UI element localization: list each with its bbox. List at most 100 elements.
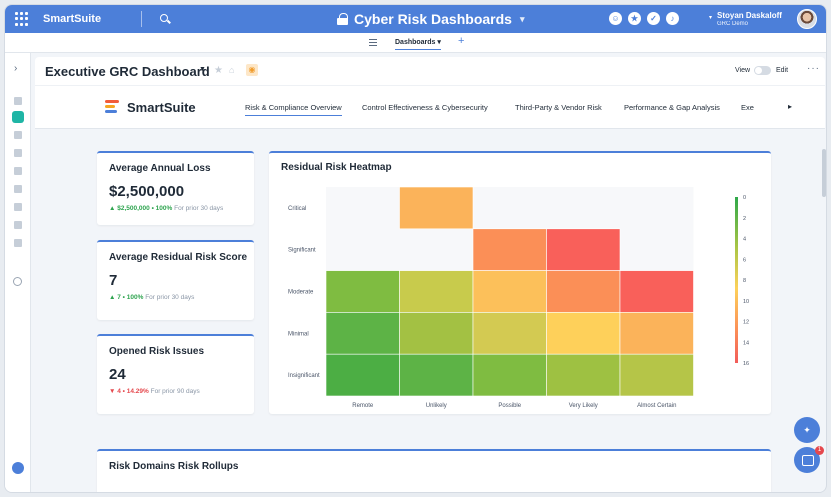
team-icon[interactable]: ☺ [609,12,622,25]
chevron-down-icon[interactable]: ▼ [199,66,206,73]
avatar[interactable] [797,9,817,29]
dashboard-header: Executive GRC Dashboard ▼ ★ ⌂ ◉ View Edi… [35,57,825,85]
trend-period: For prior 30 days [145,294,195,301]
table-icon[interactable] [14,203,22,211]
trend-period: For prior 90 days [150,388,200,395]
x-tick-label: Possible [498,403,521,409]
table-icon[interactable] [14,131,22,139]
heatmap-card[interactable]: Residual Risk Heatmap Critical Significan… [269,151,771,414]
star-icon[interactable]: ★ [214,65,223,76]
heatmap-cell[interactable] [325,312,400,355]
table-icon[interactable] [14,185,22,193]
apps-grid-icon[interactable] [15,12,29,26]
table-icon[interactable] [14,167,22,175]
legend-tick-label: 12 [743,320,749,326]
heatmap-cell[interactable] [472,270,547,313]
heatmap-cell[interactable] [472,353,547,397]
brand-name[interactable]: SmartSuite [43,13,101,25]
heatmap-cell[interactable] [399,353,474,397]
smartsuite-logo-icon [105,100,119,114]
heatmap-cell[interactable] [472,228,547,271]
y-tick-label: Insignificant [288,373,320,379]
settings-icon[interactable] [13,277,22,286]
card-title: Average Annual Loss [109,163,211,174]
legend-tick-label: 14 [743,340,749,346]
tab-exe[interactable]: Exe [741,103,754,112]
favorites-icon[interactable]: ★ [628,12,641,25]
heatmap-cell[interactable] [546,228,621,271]
tab-dashboards[interactable]: Dashboards ▾ [395,38,441,50]
tab-risk-compliance-overview[interactable]: Risk & Compliance Overview [245,103,342,116]
menu-icon[interactable] [369,39,377,46]
doc-icon[interactable] [14,239,22,247]
heatmap-cell[interactable] [399,270,474,313]
heatmap-cell[interactable] [399,186,474,230]
scrollbar[interactable] [822,149,826,197]
heatmap-cell[interactable] [619,353,694,397]
trend-value: 4 • 14.29% [117,388,149,395]
edit-label: Edit [776,67,789,74]
x-tick-label: Remote [352,403,374,409]
search-icon[interactable] [160,14,170,24]
tab-control-effectiveness[interactable]: Control Effectiveness & Cybersecurity [362,103,488,112]
add-view-button[interactable]: + [458,35,464,47]
heatmap-cell[interactable] [546,312,621,355]
legend-tick-label: 2 [743,216,746,222]
tab-third-party-vendor-risk[interactable]: Third-Party & Vendor Risk [515,103,602,112]
heatmap-cell[interactable] [619,270,694,313]
dashboard-icon[interactable] [12,111,24,123]
x-tick-label: Almost Certain [637,403,676,409]
view-edit-toggle[interactable] [754,66,771,75]
heatmap-cell[interactable] [325,270,400,313]
add-app-icon[interactable] [12,462,24,474]
template-icon[interactable]: ⌂ [229,65,234,75]
table-icon[interactable] [14,149,22,157]
lock-icon [337,13,348,25]
top-bar: SmartSuite Cyber Risk Dashboards ▾ ☺ ★ ✓… [5,5,826,33]
divider [141,11,143,27]
heatmap-cell[interactable] [546,353,621,397]
chevron-down-icon[interactable]: ▾ [709,14,712,21]
heatmap-cell[interactable] [472,312,547,355]
page-title[interactable]: Executive GRC Dashboard [45,64,210,79]
metric-card-opened-issues[interactable]: Opened Risk Issues 24 ▼ 4 • 14.29% For p… [97,334,254,414]
app-window: SmartSuite Cyber Risk Dashboards ▾ ☺ ★ ✓… [4,4,827,493]
trend-down-icon: ▼ [109,388,116,395]
card-value: 7 [109,272,118,289]
solution-title[interactable]: Cyber Risk Dashboards ▾ [337,11,524,27]
x-tick-label: Very Likely [569,403,598,409]
tab-strip: Dashboards ▾ + [5,33,826,53]
tab-performance-gap-analysis[interactable]: Performance & Gap Analysis [624,103,720,112]
metric-card-residual-risk[interactable]: Average Residual Risk Score 7 ▲ 7 • 100%… [97,240,254,320]
y-tick-label: Minimal [288,331,309,337]
chevron-down-icon: ▾ [519,13,525,24]
card-value: $2,500,000 [109,183,185,200]
rss-icon[interactable]: ◉ [246,64,258,76]
table-icon[interactable] [14,221,22,229]
trend-period: For prior 30 days [174,205,224,212]
heatmap-cell[interactable] [619,312,694,355]
card-title: Risk Domains Risk Rollups [109,461,239,472]
expand-sidebar-icon[interactable]: › [14,63,17,74]
trend-value: 7 • 100% [117,294,144,301]
card-title: Opened Risk Issues [109,346,205,357]
user-menu[interactable]: Stoyan Daskaloff GRC Demo [717,11,782,29]
more-options-icon[interactable]: ··· [807,63,820,74]
trend-value: $2,500,000 • 100% [117,205,173,212]
legend-tick-label: 10 [743,299,749,305]
heatmap-cell[interactable] [325,353,400,397]
metric-card-annual-loss[interactable]: Average Annual Loss $2,500,000 ▲ $2,500,… [97,151,254,225]
y-tick-label: Moderate [288,290,314,296]
dashboard-content: Average Annual Loss $2,500,000 ▲ $2,500,… [35,129,825,492]
heatmap-cell[interactable] [399,312,474,355]
view-label: View [735,67,751,74]
solution-title-text: Cyber Risk Dashboards [354,11,512,27]
notifications-icon[interactable]: ♪ [666,12,679,25]
tasks-icon[interactable]: ✓ [647,12,660,25]
heatmap-cell[interactable] [546,270,621,313]
dashboard-nav: SmartSuite Risk & Compliance Overview Co… [35,85,825,129]
doc-icon[interactable] [14,97,22,105]
risk-rollups-card[interactable]: Risk Domains Risk Rollups [97,449,771,492]
scroll-tabs-right-icon[interactable]: ▸ [788,102,792,111]
ai-assistant-button[interactable]: ✦ [794,417,820,443]
